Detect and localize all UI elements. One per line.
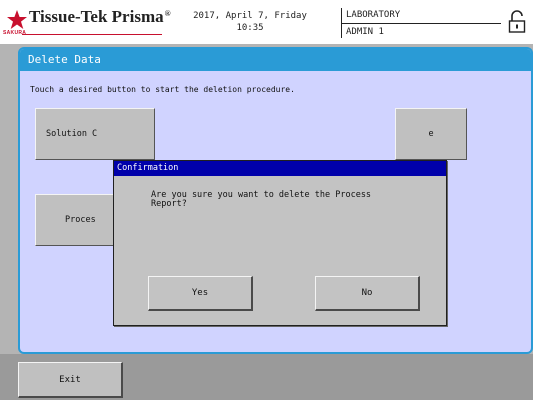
brand-underline bbox=[22, 34, 162, 35]
dialog-message-line2: Report? bbox=[151, 199, 187, 209]
padlock-icon[interactable] bbox=[507, 10, 527, 34]
brand-registered-mark: ® bbox=[164, 9, 171, 18]
confirmation-dialog: Confirmation Are you sure you want to de… bbox=[113, 160, 447, 326]
brand-sub-label: SAKURA bbox=[3, 30, 27, 36]
date-time-display: 2017, April 7, Friday 10:35 bbox=[180, 10, 320, 34]
user-label: ADMIN 1 bbox=[346, 27, 384, 37]
date-label: 2017, April 7, Friday bbox=[193, 11, 307, 21]
instruction-text: Touch a desired button to start the dele… bbox=[30, 85, 295, 94]
time-label: 10:35 bbox=[236, 23, 264, 33]
user-info-box: LABORATORY ADMIN 1 bbox=[341, 8, 501, 38]
solution-data-button[interactable]: Solution C bbox=[35, 108, 155, 160]
brand-name: Tissue-Tek Prisma® bbox=[29, 7, 171, 27]
dialog-message-line1: Are you sure you want to delete the Proc… bbox=[151, 190, 372, 200]
department-label: LABORATORY bbox=[346, 10, 401, 20]
sakura-star-icon bbox=[7, 10, 27, 29]
header-bar: SAKURA Tissue-Tek Prisma® 2017, April 7,… bbox=[0, 0, 533, 44]
exit-button[interactable]: Exit bbox=[18, 362, 123, 398]
yes-button[interactable]: Yes bbox=[148, 276, 253, 311]
brand-text: Tissue-Tek Prisma bbox=[29, 7, 164, 26]
no-button[interactable]: No bbox=[315, 276, 420, 311]
dialog-message: Are you sure you want to delete the Proc… bbox=[151, 191, 401, 209]
page-title: Delete Data bbox=[20, 49, 531, 71]
right-delete-button[interactable]: e bbox=[395, 108, 467, 160]
footer-bar: Exit bbox=[0, 354, 533, 400]
dialog-title: Confirmation bbox=[114, 161, 446, 176]
